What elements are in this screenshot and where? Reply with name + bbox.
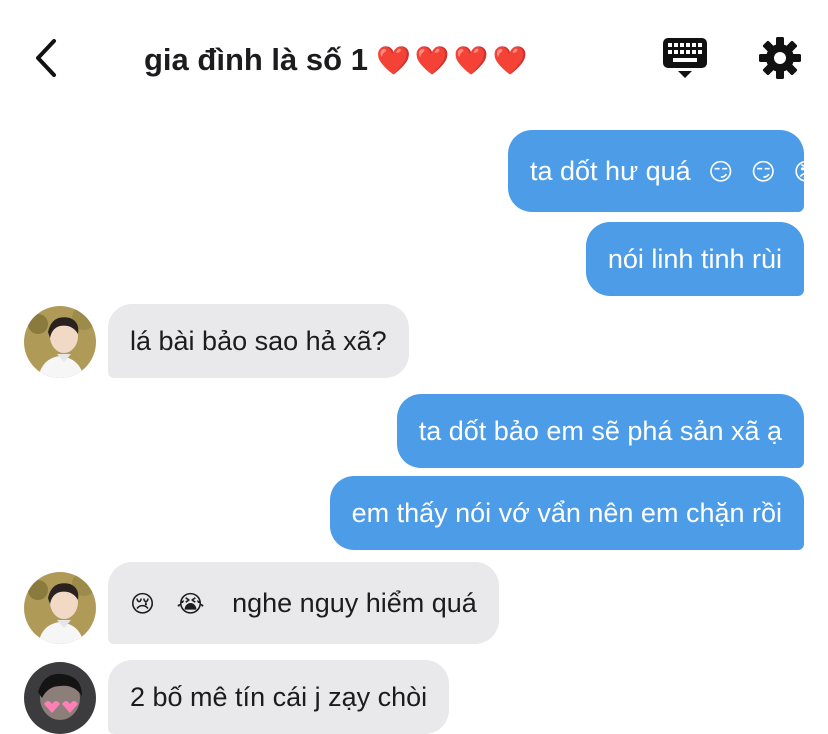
message-bubble-incoming[interactable]: 😢 😭 nghe nguy hiểm quá bbox=[108, 562, 499, 644]
keyboard-button[interactable] bbox=[662, 36, 708, 80]
message-text: em thấy nói vớ vẩn nên em chặn rồi bbox=[351, 498, 782, 528]
chat-header: gia đình là số 1 ❤️❤️❤️❤️ bbox=[0, 0, 828, 110]
smirk-emoji-icon: 😏 bbox=[750, 159, 776, 186]
back-button[interactable] bbox=[30, 38, 64, 78]
message-bubble-outgoing[interactable]: em thấy nói vớ vẩn nên em chặn rồi bbox=[329, 476, 804, 550]
message-bubble-outgoing[interactable]: nói linh tinh rùi bbox=[585, 222, 804, 296]
avatar[interactable] bbox=[24, 572, 96, 644]
message-text: 2 bố mê tín cái j zạy chòi bbox=[130, 682, 428, 712]
message-text: lá bài bảo sao hả xã? bbox=[130, 326, 387, 356]
message-text: nói linh tinh rùi bbox=[607, 244, 782, 274]
message-text: ta dốt hư quá bbox=[530, 156, 691, 186]
message-text: ta dốt bảo em sẽ phá sản xã ạ bbox=[418, 416, 782, 446]
boy-hearts-avatar bbox=[24, 662, 96, 734]
sobbing-emoji-icon: 😭 bbox=[176, 591, 205, 618]
message-bubble-incoming[interactable]: 2 bố mê tín cái j zạy chòi bbox=[108, 660, 450, 734]
chat-title-text: gia đình là số 1 bbox=[144, 42, 368, 77]
angry-emoji-icon: 😡 bbox=[793, 159, 819, 186]
keyboard-icon bbox=[663, 38, 707, 78]
message-bubble-outgoing[interactable]: ta dốt bảo em sẽ phá sản xã ạ bbox=[396, 394, 804, 468]
message-bubble-incoming[interactable]: lá bài bảo sao hả xã? bbox=[108, 304, 409, 378]
boy-profile-avatar bbox=[24, 306, 96, 378]
back-chevron-icon bbox=[36, 39, 56, 77]
smirk-emoji-icon: 😏 bbox=[708, 159, 734, 186]
avatar[interactable] bbox=[24, 662, 96, 734]
avatar[interactable] bbox=[24, 306, 96, 378]
settings-button[interactable] bbox=[758, 36, 802, 80]
message-bubble-outgoing[interactable]: ta dốt hư quá 😏 😏 😡 bbox=[508, 130, 818, 212]
boy-profile-avatar bbox=[24, 572, 96, 644]
crying-emoji-icon: 😢 bbox=[130, 591, 156, 618]
chat-title: gia đình là số 1 ❤️❤️❤️❤️ bbox=[144, 38, 531, 82]
gear-icon bbox=[759, 37, 801, 79]
message-text: nghe nguy hiểm quá bbox=[232, 588, 477, 618]
heart-emoji-icons: ❤️❤️❤️❤️ bbox=[375, 45, 532, 76]
